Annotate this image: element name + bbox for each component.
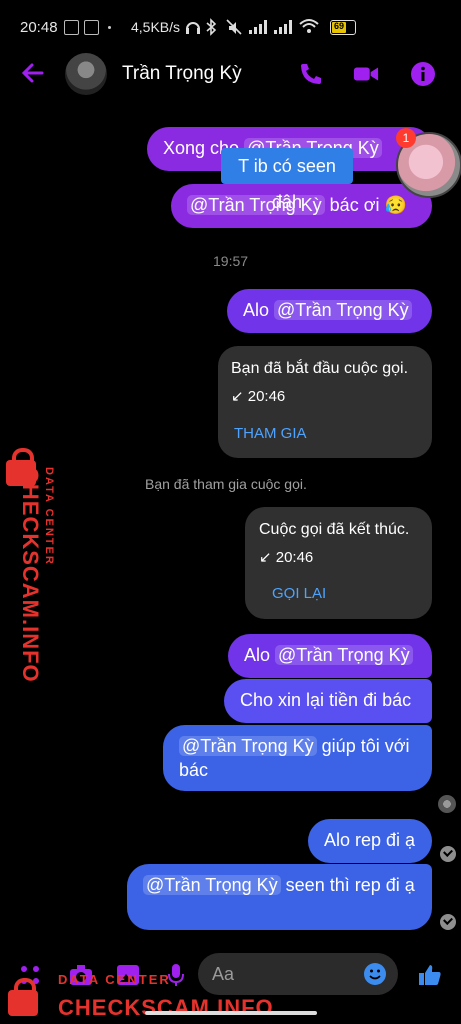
watermark-lock-icon xyxy=(8,978,38,1016)
notification-icon xyxy=(64,20,79,35)
watermark-small-text: DATA CENTER xyxy=(58,972,171,987)
hover-tooltip: T ib có seen đâh xyxy=(221,148,353,212)
watermark-big-text: CHECKSCAM.INFO xyxy=(18,467,43,683)
call-card: Bạn đã bắt đầu cuộc gọi. ↙ 20:46 THAM GI… xyxy=(218,346,432,458)
mention[interactable]: @Trần Trọng Kỳ xyxy=(143,875,281,895)
contact-name[interactable]: Trần Trọng Kỳ xyxy=(122,63,242,85)
signal-icon xyxy=(249,20,267,34)
unread-badge: 1 xyxy=(396,128,416,148)
message-bubble-sent[interactable]: @Trần Trọng Kỳ seen thì rep đi ạ xyxy=(127,864,432,930)
join-call-button[interactable]: THAM GIA xyxy=(234,425,307,442)
call-back-button[interactable]: GỌI LẠI xyxy=(272,585,326,602)
mute-icon xyxy=(226,19,242,35)
message-bubble-sent[interactable]: @Trần Trọng Kỳ giúp tôi với bác xyxy=(163,725,432,791)
timestamp: 19:57 xyxy=(213,253,249,269)
message-bubble-sent[interactable]: Alo @Trần Trọng Kỳ xyxy=(227,289,432,333)
contact-avatar[interactable] xyxy=(65,53,107,95)
call-title: Bạn đã bắt đầu cuộc gọi. xyxy=(231,360,409,377)
input-placeholder: Aa xyxy=(212,964,235,984)
chat-header: Trần Trọng Kỳ xyxy=(0,52,461,98)
message-text: bác ơi 😥 xyxy=(329,195,407,215)
thumbs-up-icon[interactable] xyxy=(417,962,443,988)
status-bar: 20:48 4,5KB/s 69 xyxy=(0,0,461,52)
battery-icon: 69 xyxy=(330,20,356,35)
message-input[interactable]: Aa xyxy=(198,953,398,995)
signal-icon xyxy=(274,20,292,34)
message-bubble-sent[interactable]: Alo @Trần Trọng Kỳ xyxy=(228,634,432,678)
phone-call-icon[interactable] xyxy=(298,61,324,87)
app-icon xyxy=(84,20,99,35)
mention[interactable]: @Trần Trọng Kỳ xyxy=(179,736,317,756)
message-text: Alo rep đi ạ xyxy=(324,830,416,850)
delivered-check-icon xyxy=(440,846,456,862)
mention[interactable]: @Trần Trọng Kỳ xyxy=(274,300,412,320)
watermark-vertical: DATA CENTER CHECKSCAM.INFO xyxy=(11,467,55,683)
call-time: ↙ 20:46 xyxy=(259,549,314,566)
watermark-small-text: DATA CENTER xyxy=(43,467,55,566)
watermark-big-text: CHECKSCAM.INFO xyxy=(58,995,274,1020)
message-bubble-sent[interactable]: Cho xin lại tiền đi bác xyxy=(224,679,432,723)
status-time: 20:48 xyxy=(20,19,58,36)
battery-level: 69 xyxy=(334,21,345,31)
headphones-icon xyxy=(186,22,200,34)
mention[interactable]: @Trần Trọng Kỳ xyxy=(275,645,413,665)
message-text: Cho xin lại tiền đi bác xyxy=(240,690,412,710)
call-title: Cuộc gọi đã kết thúc. xyxy=(259,521,410,538)
delivered-check-icon xyxy=(440,914,456,930)
wifi-icon xyxy=(299,19,319,33)
call-card: Cuộc gọi đã kết thúc. ↙ 20:46 GỌI LẠI xyxy=(245,507,432,619)
message-text: seen thì rep đi ạ xyxy=(285,875,415,895)
back-arrow-icon[interactable] xyxy=(20,60,46,86)
emoji-icon[interactable] xyxy=(363,962,387,986)
bluetooth-icon xyxy=(206,18,217,36)
separator-dot xyxy=(108,26,111,29)
seen-avatar xyxy=(438,795,456,813)
network-speed: 4,5KB/s xyxy=(131,19,181,35)
system-message: Bạn đã tham gia cuộc gọi. xyxy=(145,476,307,492)
mention[interactable]: @Trần Trọng Kỳ xyxy=(187,195,325,215)
call-time: ↙ 20:46 xyxy=(231,388,286,405)
message-bubble-sent[interactable]: Alo rep đi ạ xyxy=(308,819,432,863)
home-indicator[interactable] xyxy=(145,1011,317,1015)
message-text: Alo xyxy=(243,300,270,320)
message-text: Alo xyxy=(244,645,271,665)
info-icon[interactable] xyxy=(410,61,436,87)
video-call-icon[interactable] xyxy=(353,61,379,87)
